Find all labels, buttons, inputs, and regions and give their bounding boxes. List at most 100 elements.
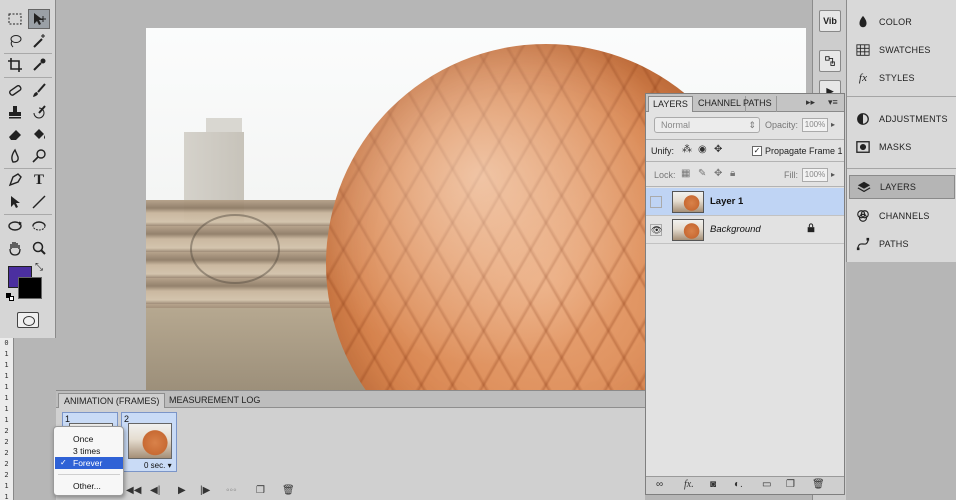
loop-option-3-times[interactable]: 3 times [55, 445, 123, 457]
new-layer-icon[interactable]: ❐ [786, 479, 795, 490]
vibrance-button[interactable]: Vib [819, 10, 841, 32]
loop-option-once[interactable]: Once [55, 433, 123, 445]
play-icon[interactable]: ▶ [178, 485, 186, 496]
unify-visibility-icon[interactable]: ◉ [698, 144, 707, 155]
ruler-mark: 1 [4, 383, 9, 391]
default-colors-icon[interactable] [6, 293, 14, 301]
previous-frame-icon[interactable]: ◀| [150, 485, 160, 496]
loop-option-label: Forever [73, 458, 103, 468]
panel-swatches[interactable]: SWATCHES [849, 38, 955, 62]
layers-panel-tabs: LAYERS CHANNEL PATHS ▸▸ ▾≡ [646, 94, 844, 112]
unify-style-icon[interactable]: ✥ [714, 144, 722, 155]
trash-icon[interactable]: 🗑︎ [812, 479, 825, 490]
fill-dropdown-icon[interactable]: ▸ [831, 170, 835, 179]
frame-delay[interactable]: 0 sec. ▾ [144, 461, 172, 470]
3d-orbit-icon[interactable] [28, 216, 50, 236]
animation-panel: ANIMATION (FRAMES) MEASUREMENT LOG 1 2 0… [56, 390, 645, 500]
magic-wand-icon[interactable] [28, 31, 50, 51]
ruler-mark: 2 [4, 460, 9, 468]
masks-icon [855, 140, 871, 154]
swap-colors-icon[interactable]: ⤡ [35, 262, 43, 273]
panel-menu-icon[interactable]: ▾≡ [828, 97, 838, 108]
lasso-icon[interactable] [4, 31, 26, 51]
opacity-field[interactable]: 100% [802, 118, 828, 132]
line-icon[interactable] [28, 192, 50, 212]
opacity-dropdown-icon[interactable]: ▸ [831, 120, 835, 129]
eraser-icon[interactable] [4, 124, 26, 144]
ruler-mark: 1 [4, 405, 9, 413]
path-selection-icon[interactable] [4, 192, 26, 212]
collapse-panel-icon[interactable]: ▸▸ [806, 97, 815, 108]
tab-animation-frames[interactable]: ANIMATION (FRAMES) [58, 393, 166, 408]
delete-frame-icon[interactable]: 🗑︎ [282, 485, 295, 496]
tab-measurement-log[interactable]: MEASUREMENT LOG [164, 393, 265, 408]
link-layers-icon[interactable]: ∞ [656, 479, 663, 490]
adjustment-layer-icon[interactable]: ◐. [734, 479, 743, 490]
blend-mode-select[interactable]: Normal [654, 117, 760, 133]
lock-all-icon[interactable]: 🔒︎ [730, 168, 735, 179]
tab-layers[interactable]: LAYERS [648, 96, 693, 112]
layer-name[interactable]: Background [710, 224, 761, 235]
ruler-mark: 1 [4, 361, 9, 369]
background-color-swatch[interactable] [18, 277, 42, 299]
move-icon[interactable] [28, 9, 50, 29]
lock-position-icon[interactable]: ✥ [714, 168, 722, 179]
crop-icon[interactable] [4, 55, 26, 75]
paint-bucket-icon[interactable] [28, 124, 50, 144]
layer-row[interactable]: 👁︎ Background [646, 216, 844, 244]
panel-label: STYLES [879, 73, 915, 83]
blur-icon[interactable] [4, 146, 26, 166]
new-group-icon[interactable]: ▭ [762, 479, 771, 490]
layer-name[interactable]: Layer 1 [710, 196, 743, 207]
3d-rotate-icon[interactable] [4, 216, 26, 236]
layer-row[interactable]: Layer 1 [646, 188, 844, 216]
fx-icon[interactable]: fx. [684, 479, 694, 490]
propagate-frame-checkbox[interactable]: ✓ [752, 146, 762, 156]
tab-paths[interactable]: PATHS [739, 96, 777, 112]
collapsed-panels: COLOR SWATCHES fx STYLES ADJUSTMENTS MAS… [846, 0, 956, 262]
first-frame-icon[interactable]: ◀◀ [126, 485, 141, 496]
panel-channels[interactable]: CHANNELS [849, 204, 955, 228]
loop-option-forever[interactable]: ✓ Forever [55, 457, 123, 469]
quick-mask-icon[interactable] [17, 312, 39, 328]
duplicate-frame-icon[interactable]: ❐ [256, 485, 265, 496]
eye-icon[interactable]: 👁︎ [650, 224, 662, 236]
dodge-icon[interactable] [28, 146, 50, 166]
panel-layers[interactable]: LAYERS [849, 175, 955, 199]
color-icon [855, 15, 871, 29]
hand-icon[interactable] [4, 238, 26, 258]
lock-label: Lock: [654, 170, 676, 180]
layer-mask-icon[interactable]: ◙ [710, 479, 716, 490]
healing-brush-icon[interactable] [4, 80, 26, 100]
next-frame-icon[interactable]: |▶ [200, 485, 210, 496]
unify-position-icon[interactable]: ⁂ [682, 144, 692, 155]
loop-option-other[interactable]: Other... [55, 480, 123, 492]
panel-color[interactable]: COLOR [849, 10, 955, 34]
history-dock-icon[interactable] [819, 50, 841, 72]
panel-adjustments[interactable]: ADJUSTMENTS [849, 107, 955, 131]
lock-transparent-icon[interactable]: ▦ [681, 168, 690, 179]
panel-masks[interactable]: MASKS [849, 135, 955, 159]
panel-label: MASKS [879, 142, 912, 152]
rectangular-marquee-icon[interactable] [4, 9, 26, 29]
lock-icon [806, 223, 816, 236]
history-brush-icon[interactable] [28, 102, 50, 122]
zoom-icon[interactable] [28, 238, 50, 258]
brush-icon[interactable] [28, 80, 50, 100]
ruler-mark: 0 [4, 339, 9, 347]
ruler-mark: 1 [4, 416, 9, 424]
type-icon[interactable]: T [28, 170, 50, 190]
panel-paths[interactable]: PATHS [849, 232, 955, 256]
tween-icon[interactable]: ◦◦◦ [226, 485, 237, 496]
ruler-mark: 2 [4, 427, 9, 435]
animation-frame[interactable]: 2 0 sec. ▾ [121, 412, 177, 472]
layer-visibility-toggle[interactable] [650, 196, 662, 208]
layers-panel: LAYERS CHANNEL PATHS ▸▸ ▾≡ Normal Opacit… [645, 93, 845, 495]
eyedropper-icon[interactable] [28, 55, 50, 75]
panel-styles[interactable]: fx STYLES [849, 66, 955, 90]
pen-icon[interactable] [4, 170, 26, 190]
lock-pixels-icon[interactable]: ✎ [698, 168, 706, 179]
swatches-icon [855, 43, 871, 57]
clone-stamp-icon[interactable] [4, 102, 26, 122]
fill-field[interactable]: 100% [802, 168, 828, 182]
